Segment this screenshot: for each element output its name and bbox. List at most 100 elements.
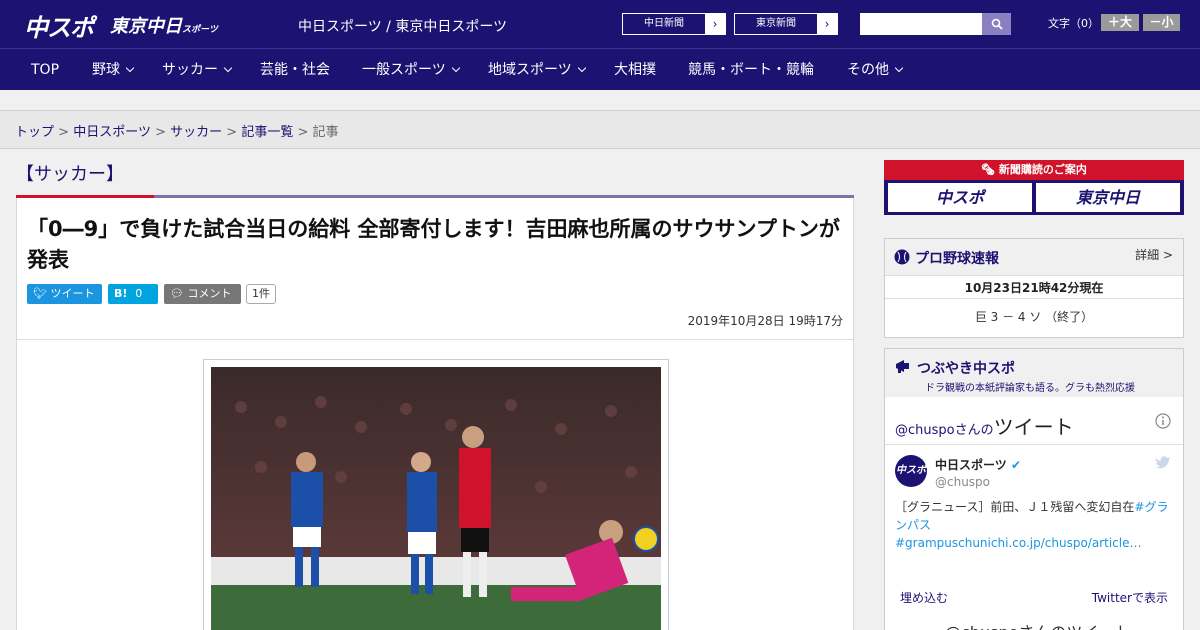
embed-link[interactable]: 埋め込む bbox=[900, 589, 948, 606]
breadcrumb-soccer[interactable]: サッカー bbox=[170, 125, 222, 140]
search-button[interactable] bbox=[982, 13, 1011, 35]
tweet-text: ［グラニュース］前田、Ｊ１残留へ変幻自在#グランパス #grampuschuni… bbox=[895, 498, 1175, 552]
site-name: 中日スポーツ / 東京中日スポーツ bbox=[298, 19, 508, 35]
comment-button[interactable]: 💬︎ コメント bbox=[164, 284, 241, 304]
twitter-timeline-header[interactable]: @chuspoさんのツイート bbox=[895, 411, 1074, 440]
font-larger-button[interactable]: ＋大 bbox=[1101, 14, 1139, 31]
chevron-right-icon: › bbox=[705, 14, 725, 34]
chevron-right-icon: › bbox=[817, 14, 837, 34]
nav-label: 地域スポーツ bbox=[488, 62, 572, 78]
megaphone-icon bbox=[896, 360, 909, 373]
chevron-down-icon bbox=[223, 63, 233, 73]
tokyo-chunichi-logo[interactable]: 東京中日スポーツ bbox=[110, 12, 218, 38]
tweet-account-name[interactable]: 中日スポーツ ✔ bbox=[935, 456, 1021, 473]
nav-label: TOP bbox=[31, 62, 60, 78]
subscription-banner-body: 中スポ 東京中日 bbox=[884, 180, 1184, 215]
info-icon[interactable] bbox=[1155, 413, 1171, 429]
baseball-box-header: プロ野球速報 詳細 > bbox=[885, 239, 1183, 275]
divider bbox=[17, 339, 853, 340]
nav-item-other[interactable]: その他 bbox=[847, 49, 904, 91]
breadcrumb-sep: > bbox=[155, 125, 166, 140]
breadcrumb-sep: > bbox=[58, 125, 70, 140]
subscription-banner[interactable]: 🗞︎ 新聞購読のご案内 中スポ 東京中日 bbox=[884, 160, 1184, 215]
tweet-button[interactable]: 🐦︎ ツイート bbox=[27, 284, 102, 304]
nav-item-general-sports[interactable]: 一般スポーツ bbox=[362, 49, 460, 91]
twitter-bird-icon bbox=[1155, 456, 1170, 469]
tokyo-shimbun-link[interactable]: 東京新聞 › bbox=[734, 13, 838, 35]
tweets-box-subtitle: ドラ観戦の本紙評論家も語る。グラも熱烈応援 bbox=[925, 383, 1135, 394]
tweet-account-handle[interactable]: @chuspo bbox=[935, 475, 990, 489]
hatena-icon: B! bbox=[114, 287, 128, 300]
chevron-down-icon bbox=[451, 63, 460, 73]
tweet-button-label: ツイート bbox=[50, 287, 95, 300]
comment-count[interactable]: 1件 bbox=[246, 284, 276, 304]
baseball-update-time: 10月23日21時42分現在 bbox=[885, 275, 1183, 299]
hatena-count: 0 bbox=[135, 287, 143, 300]
chevron-down-icon bbox=[894, 63, 904, 73]
nav-label: 大相撲 bbox=[614, 62, 656, 78]
ext-link-label: 中日新聞 bbox=[644, 18, 684, 29]
newspaper-icon: 🗞︎ bbox=[981, 163, 996, 176]
nav-item-racing[interactable]: 競馬・ボート・競輪 bbox=[688, 49, 814, 91]
nav-item-entertainment[interactable]: 芸能・社会 bbox=[260, 49, 330, 91]
twitter-handle-suffix: さんの bbox=[954, 423, 994, 438]
subscription-banner-label: 新聞購読のご案内 bbox=[998, 163, 1087, 176]
baseball-icon bbox=[894, 249, 910, 265]
breadcrumb-article-list[interactable]: 記事一覧 bbox=[241, 125, 293, 140]
chunichi-shimbun-link[interactable]: 中日新聞 › bbox=[622, 13, 726, 35]
twitter-timeline-footer[interactable]: @chuspoさんのツイート bbox=[945, 619, 1130, 630]
article-photo-frame bbox=[203, 359, 669, 630]
avatar[interactable]: 中スポ bbox=[895, 455, 927, 487]
article-card: 「0―9」で負けた試合当日の給料 全部寄付します！吉田麻也所属のサウサンプトンが… bbox=[16, 198, 854, 630]
baseball-detail-link[interactable]: 詳細 > bbox=[1135, 246, 1173, 263]
baseball-scores-box: プロ野球速報 詳細 > 10月23日21時42分現在 巨 3 － 4 ソ （終了… bbox=[884, 238, 1184, 338]
article-photo bbox=[211, 367, 661, 630]
article-headline: 「0―9」で負けた試合当日の給料 全部寄付します！吉田麻也所属のサウサンプトンが… bbox=[27, 217, 840, 272]
nav-item-soccer[interactable]: サッカー bbox=[162, 49, 233, 91]
nav-label: 一般スポーツ bbox=[362, 62, 446, 78]
chevron-down-icon bbox=[577, 63, 586, 73]
chuspo-subscribe-logo[interactable]: 中スポ bbox=[888, 183, 1032, 212]
tweet-account-name-text: 中日スポーツ bbox=[935, 458, 1007, 472]
nav-label: その他 bbox=[847, 62, 889, 78]
ext-link-label: 東京新聞 bbox=[756, 18, 796, 29]
nav-item-baseball[interactable]: 野球 bbox=[92, 49, 135, 91]
tweet-body: ［グラニュース］前田、Ｊ１残留へ変幻自在 bbox=[895, 500, 1135, 514]
twitter-header-big: ツイート bbox=[993, 415, 1074, 439]
category-title: 【サッカー】 bbox=[16, 164, 124, 185]
divider bbox=[885, 444, 1183, 445]
verified-icon: ✔ bbox=[1010, 458, 1022, 472]
tweets-box-title: つぶやき中スポ bbox=[917, 361, 1015, 377]
view-on-twitter-link[interactable]: Twitterで表示 bbox=[1092, 589, 1168, 606]
nav-item-regional-sports[interactable]: 地域スポーツ bbox=[488, 49, 586, 91]
font-smaller-button[interactable]: －小 bbox=[1143, 14, 1180, 31]
search-input[interactable] bbox=[860, 13, 982, 35]
chevron-down-icon bbox=[125, 63, 135, 73]
tokyo-chunichi-subscribe-logo[interactable]: 東京中日 bbox=[1036, 183, 1180, 212]
search-icon bbox=[991, 18, 1003, 30]
nav-item-top[interactable]: TOP bbox=[31, 49, 59, 91]
breadcrumb-top[interactable]: トップ bbox=[15, 125, 54, 140]
tokyo-logo-small: スポーツ bbox=[182, 25, 218, 35]
tokyo-logo-text: 東京中日 bbox=[110, 16, 182, 37]
breadcrumb-current: 記事 bbox=[312, 125, 339, 140]
breadcrumb-sep: > bbox=[297, 125, 309, 140]
top-header: 中スポ 東京中日スポーツ 中日スポーツ / 東京中日スポーツ 中日新聞 › 東京… bbox=[0, 0, 1200, 48]
subscription-banner-title: 🗞︎ 新聞購読のご案内 bbox=[884, 160, 1184, 180]
baseball-score[interactable]: 巨 3 － 4 ソ （終了） bbox=[885, 308, 1183, 325]
tweets-box: つぶやき中スポ ドラ観戦の本紙評論家も語る。グラも熱烈応援 @chuspoさんの… bbox=[884, 348, 1184, 630]
soccer-match-photo bbox=[211, 367, 661, 630]
nav-label: 芸能・社会 bbox=[260, 62, 330, 78]
font-size-label: 文字（0） bbox=[1048, 17, 1099, 30]
tweets-box-header: つぶやき中スポ ドラ観戦の本紙評論家も語る。グラも熱烈応援 bbox=[885, 349, 1183, 397]
chuspo-logo[interactable]: 中スポ bbox=[24, 8, 94, 43]
hatena-bookmark-button[interactable]: B! 0 bbox=[108, 284, 158, 304]
nav-label: 野球 bbox=[92, 62, 120, 78]
main-nav: TOP 野球 サッカー 芸能・社会 一般スポーツ 地域スポーツ 大相撲 競馬・ボ… bbox=[0, 48, 1200, 90]
breadcrumb-sep: > bbox=[226, 125, 238, 140]
article-date: 2019年10月28日 19時17分 bbox=[687, 314, 843, 328]
comment-button-label: コメント bbox=[187, 287, 232, 300]
breadcrumb-chunichi-sports[interactable]: 中日スポーツ bbox=[73, 125, 151, 140]
twitter-handle-prefix: @chuspo bbox=[895, 423, 955, 438]
nav-item-sumo[interactable]: 大相撲 bbox=[614, 49, 656, 91]
